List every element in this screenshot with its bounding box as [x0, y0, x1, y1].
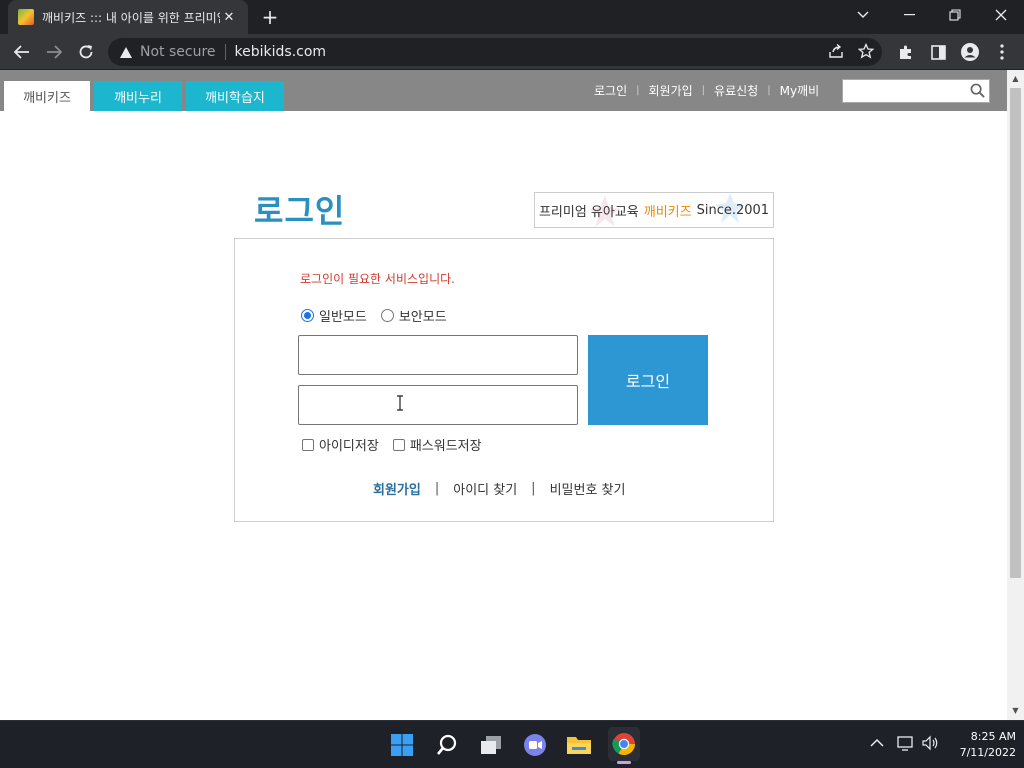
browser-tab[interactable]: 깨비키즈 ::: 내 아이를 위한 프리미엄 ✕ — [8, 0, 248, 34]
close-window-icon[interactable] — [978, 0, 1024, 30]
banner-brand: 깨비키즈 — [643, 204, 692, 220]
site-tab-kebi-study[interactable]: 깨비학습지 — [186, 81, 284, 111]
site-tab-kebikids[interactable]: 깨비키즈 — [4, 81, 90, 111]
side-panel-icon[interactable] — [926, 40, 950, 64]
slogan-banner: 프리미엄 유아교육 깨비키즈 Since.2001 — [534, 192, 774, 228]
share-icon[interactable] — [828, 43, 844, 59]
not-secure-warning-icon[interactable] — [120, 46, 132, 58]
teams-chat-icon[interactable] — [521, 731, 549, 759]
forward-arrow-icon[interactable] — [42, 40, 66, 64]
reload-icon[interactable] — [74, 40, 98, 64]
scroll-up-arrow-icon[interactable]: ▲ — [1011, 74, 1020, 83]
page-scrollbar[interactable]: ▲ ▼ — [1007, 70, 1024, 720]
address-separator — [224, 44, 226, 60]
link-separator: | — [531, 481, 536, 496]
top-link-separator: | — [767, 85, 771, 96]
radio-normal-mode[interactable] — [301, 309, 314, 322]
site-tab-kebinuri[interactable]: 깨비누리 — [94, 81, 182, 111]
back-arrow-icon[interactable] — [10, 40, 34, 64]
banner-prefix: 프리미엄 유아교육 — [538, 204, 639, 220]
login-required-message: 로그인이 필요한 서비스입니다. — [300, 272, 455, 286]
clock-date: 7/11/2022 — [959, 746, 1016, 759]
save-id-label[interactable]: 아이디저장 — [319, 435, 379, 454]
scroll-thumb[interactable] — [1010, 88, 1021, 578]
browser-toolbar: Not secure kebikids.com — [0, 34, 1024, 70]
join-link[interactable]: 회원가입 — [373, 479, 421, 498]
clock-time: 8:25 AM — [970, 730, 1016, 743]
chrome-taskbar-icon[interactable] — [608, 727, 640, 764]
find-id-link[interactable]: 아이디 찾기 — [453, 479, 517, 498]
radio-secure-mode[interactable] — [380, 309, 394, 322]
top-links: 로그인 | 회원가입 | 유료신청 | My깨비 — [594, 82, 819, 99]
login-button[interactable]: 로그인 — [588, 335, 708, 425]
radio-normal-mode-label[interactable]: 일반모드 — [319, 306, 367, 325]
link-separator: | — [434, 481, 440, 496]
bookmark-star-icon[interactable] — [858, 43, 874, 59]
save-id-checkbox[interactable] — [302, 438, 314, 451]
windows-taskbar: 8:25 AM 7/11/2022 — [0, 720, 1024, 768]
password-input[interactable] — [298, 385, 578, 425]
site-search-input[interactable] — [842, 79, 990, 103]
top-link-separator: | — [636, 85, 640, 96]
account-links: 회원가입 | 아이디 찾기 | 비밀번호 찾기 — [373, 479, 625, 498]
restore-icon[interactable] — [932, 0, 978, 30]
browser-menu-kebab-icon[interactable] — [990, 40, 1014, 64]
tab-close-icon[interactable]: ✕ — [220, 10, 238, 25]
not-secure-label[interactable]: Not secure — [140, 44, 216, 60]
site-favicon-icon — [18, 9, 34, 25]
scroll-down-arrow-icon[interactable]: ▼ — [1011, 706, 1020, 715]
address-bar[interactable]: Not secure kebikids.com — [108, 38, 882, 66]
text-cursor-ibeam-icon — [397, 395, 403, 411]
new-tab-plus-icon[interactable]: + — [258, 5, 282, 29]
task-view-icon[interactable] — [477, 731, 505, 759]
search-icon[interactable] — [970, 83, 985, 98]
tab-search-chevron-icon[interactable] — [840, 0, 886, 30]
windows-start-icon[interactable] — [388, 731, 416, 759]
top-link-paid-signup[interactable]: 유료신청 — [714, 82, 758, 99]
top-link-separator: | — [701, 85, 706, 96]
top-link-my-kebi[interactable]: My깨비 — [780, 82, 820, 99]
page-title: 로그인 — [254, 192, 346, 230]
banner-since: Since.2001 — [696, 202, 770, 218]
extensions-puzzle-icon[interactable] — [894, 40, 918, 64]
file-explorer-icon[interactable] — [565, 731, 593, 759]
url-text[interactable]: kebikids.com — [235, 44, 327, 60]
volume-icon[interactable] — [921, 735, 939, 755]
active-app-indicator — [617, 761, 631, 764]
taskbar-search-icon[interactable] — [433, 731, 461, 759]
tab-title: 깨비키즈 ::: 내 아이를 위한 프리미엄 — [42, 10, 220, 25]
top-link-login[interactable]: 로그인 — [594, 82, 627, 99]
browser-tab-strip: 깨비키즈 ::: 내 아이를 위한 프리미엄 ✕ + — [0, 0, 1024, 34]
save-password-label[interactable]: 패스워드저장 — [410, 435, 482, 454]
profile-avatar-icon[interactable] — [958, 40, 982, 64]
save-password-checkbox[interactable] — [392, 438, 405, 451]
tray-overflow-chevron-icon[interactable] — [870, 737, 884, 752]
radio-secure-mode-label[interactable]: 보안모드 — [399, 306, 447, 325]
network-icon[interactable] — [897, 735, 915, 755]
remember-options: 아이디저장 패스워드저장 — [302, 435, 482, 454]
user-id-input[interactable] — [298, 335, 578, 375]
login-mode-group: 일반모드 보안모드 — [301, 306, 447, 325]
taskbar-clock[interactable]: 8:25 AM 7/11/2022 — [940, 729, 1016, 761]
find-password-link[interactable]: 비밀번호 찾기 — [550, 479, 626, 498]
minimize-icon[interactable] — [886, 0, 932, 30]
top-link-join[interactable]: 회원가입 — [649, 82, 693, 99]
